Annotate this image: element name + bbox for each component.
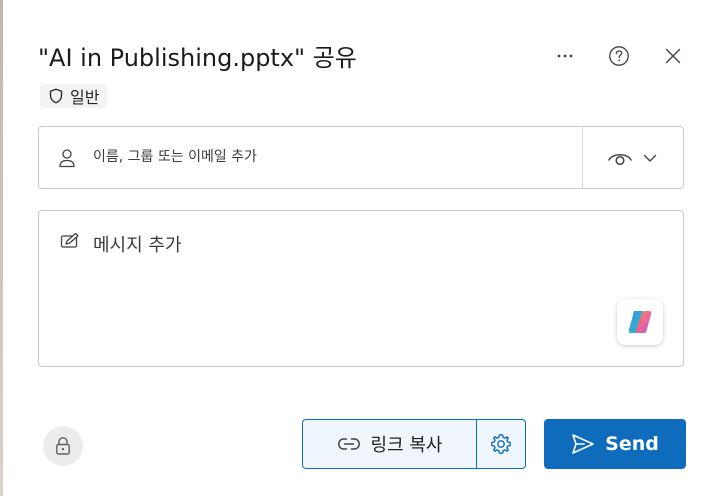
dialog-title: "AI in Publishing.pptx" 공유 bbox=[38, 44, 357, 72]
send-icon bbox=[572, 434, 594, 454]
background-edge bbox=[0, 0, 3, 496]
picker-divider bbox=[582, 127, 583, 188]
edit-icon bbox=[60, 232, 79, 248]
help-circle-icon bbox=[609, 46, 629, 66]
gear-icon bbox=[491, 434, 511, 454]
people-search-input[interactable] bbox=[93, 145, 533, 169]
link-settings-button[interactable] bbox=[477, 420, 525, 468]
people-picker[interactable] bbox=[38, 126, 684, 189]
person-icon bbox=[59, 149, 75, 168]
sensitivity-label-text: 일반 bbox=[70, 88, 100, 107]
more-horizontal-icon bbox=[557, 54, 573, 58]
sensitivity-label-chip[interactable]: 일반 bbox=[40, 84, 108, 108]
copy-link-button[interactable]: 링크 복사 bbox=[303, 420, 477, 468]
close-icon bbox=[665, 48, 681, 64]
message-input[interactable] bbox=[93, 231, 613, 257]
send-label: Send bbox=[605, 433, 659, 455]
copilot-icon bbox=[628, 311, 652, 333]
copy-link-label: 링크 복사 bbox=[370, 435, 443, 456]
permission-dropdown[interactable] bbox=[599, 141, 673, 175]
close-button[interactable] bbox=[653, 38, 693, 74]
help-button[interactable] bbox=[599, 38, 639, 74]
link-icon bbox=[337, 438, 360, 450]
message-area[interactable] bbox=[38, 210, 684, 367]
eye-icon bbox=[608, 154, 632, 166]
send-button[interactable]: Send bbox=[544, 419, 686, 469]
dialog-top-actions bbox=[545, 38, 693, 74]
copilot-button[interactable] bbox=[617, 299, 663, 345]
copy-link-group: 링크 복사 bbox=[302, 419, 526, 469]
shield-icon bbox=[49, 88, 63, 104]
more-options-button[interactable] bbox=[545, 38, 585, 74]
lock-icon bbox=[56, 437, 70, 455]
link-lock-button[interactable] bbox=[43, 426, 83, 466]
chevron-down-icon bbox=[643, 154, 657, 162]
